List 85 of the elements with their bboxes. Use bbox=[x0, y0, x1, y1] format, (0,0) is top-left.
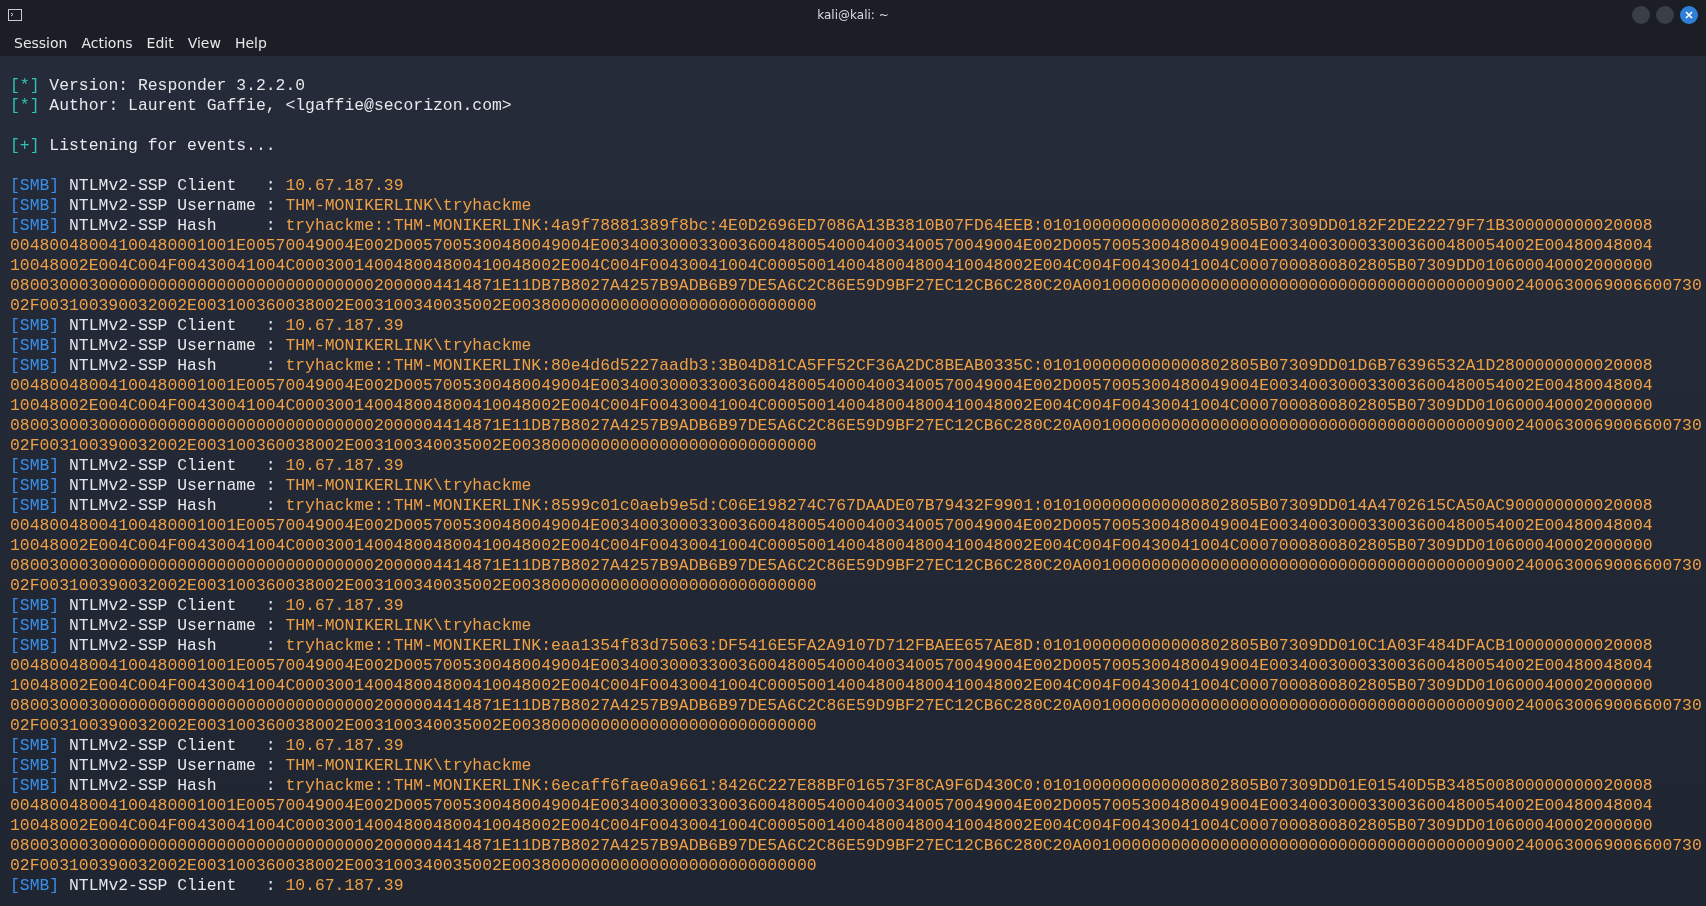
log-value: tryhackme::THM-MONIKERLINK:4a9f78881389f8bc:4E0D2696ED7086A13B3810B07FD64EEB:0101000000000000802805B07309DD0182F2DE22279F71B300000000020008 bbox=[285, 216, 1653, 236]
log-value: 10.67.187.39 bbox=[285, 876, 404, 896]
menu-item[interactable]: View bbox=[181, 33, 227, 53]
hash-line: 08003000300000000000000000000000000002000004414871E11DB7B8027A4257B9ADB6B97DE5A6C2C86E59D9BF27EC12CB6C280C20A001000000000000000000000000000000000000009002400630069006600730 bbox=[10, 556, 1702, 576]
log-tag: [SMB] bbox=[10, 636, 60, 656]
log-message: Author: Laurent Gaffie, <lgaffie@secorizon.com> bbox=[49, 96, 512, 116]
menu-item[interactable]: Edit bbox=[140, 33, 180, 53]
log-tag: [SMB] bbox=[10, 776, 60, 796]
log-label: NTLMv2-SSP Username : bbox=[69, 756, 276, 776]
close-button[interactable] bbox=[1680, 6, 1698, 24]
log-value: 10.67.187.39 bbox=[285, 736, 404, 756]
hash-line: 10048002E004C004F00430041004C000300140048004800410048002E004C004F00430041004C000500140048004800410048002E004C004F00430041004C0007000800802805B07309DD010600040002000000 bbox=[10, 816, 1653, 836]
hash-line: 10048002E004C004F00430041004C000300140048004800410048002E004C004F00430041004C000500140048004800410048002E004C004F00430041004C0007000800802805B07309DD010600040002000000 bbox=[10, 536, 1653, 556]
log-value: THM-MONIKERLINK\tryhackme bbox=[285, 616, 532, 636]
hash-line: 00480048004100480001001E00570049004E002D0057005300480049004E0034003000330036004800540004003400570049004E002D0057005300480049004E003400300033003600480054002E00480048004 bbox=[10, 236, 1653, 256]
log-tag: [SMB] bbox=[10, 316, 60, 336]
log-tag: [SMB] bbox=[10, 736, 60, 756]
log-tag: [SMB] bbox=[10, 476, 60, 496]
log-tag: [SMB] bbox=[10, 616, 60, 636]
log-tag: [*] bbox=[10, 76, 40, 96]
log-label: NTLMv2-SSP Client : bbox=[69, 316, 276, 336]
log-label: NTLMv2-SSP Client : bbox=[69, 176, 276, 196]
log-value: tryhackme::THM-MONIKERLINK:eaa1354f83d75063:DF5416E5FA2A9107D712FBAEE657AE8D:0101000000000000802805B07309DD010C1A03F484DFACB100000000020008 bbox=[285, 636, 1653, 656]
minimize-button[interactable] bbox=[1632, 6, 1650, 24]
log-label: NTLMv2-SSP Username : bbox=[69, 616, 276, 636]
log-label: NTLMv2-SSP Hash : bbox=[69, 356, 276, 376]
hash-line: 00480048004100480001001E00570049004E002D0057005300480049004E0034003000330036004800540004003400570049004E002D0057005300480049004E003400300033003600480054002E00480048004 bbox=[10, 376, 1653, 396]
log-value: THM-MONIKERLINK\tryhackme bbox=[285, 476, 532, 496]
log-value: tryhackme::THM-MONIKERLINK:80e4d6d5227aadb3:3B04D81CA5FF52CF36A2DC8BEAB0335C:0101000000000000802805B07309DD01D6B76396532A1D2800000000020008 bbox=[285, 356, 1653, 376]
hash-line: 00480048004100480001001E00570049004E002D0057005300480049004E0034003000330036004800540004003400570049004E002D0057005300480049004E003400300033003600480054002E00480048004 bbox=[10, 796, 1653, 816]
log-value: tryhackme::THM-MONIKERLINK:8599c01c0aeb9e5d:C06E198274C767DAADE07B79432F9901:0101000000000000802805B07309DD014A4702615CA50AC900000000020008 bbox=[285, 496, 1653, 516]
log-tag: [SMB] bbox=[10, 196, 60, 216]
hash-line: 02F003100390032002E003100360038002E003100340035002E0038000000000000000000000000000 bbox=[10, 296, 817, 316]
hash-line: 00480048004100480001001E00570049004E002D0057005300480049004E0034003000330036004800540004003400570049004E002D0057005300480049004E003400300033003600480054002E00480048004 bbox=[10, 516, 1653, 536]
hash-line: 08003000300000000000000000000000000002000004414871E11DB7B8027A4257B9ADB6B97DE5A6C2C86E59D9BF27EC12CB6C280C20A001000000000000000000000000000000000000009002400630069006600730 bbox=[10, 836, 1702, 856]
log-value: THM-MONIKERLINK\tryhackme bbox=[285, 756, 532, 776]
log-value: 10.67.187.39 bbox=[285, 316, 404, 336]
hash-line: 08003000300000000000000000000000000002000004414871E11DB7B8027A4257B9ADB6B97DE5A6C2C86E59D9BF27EC12CB6C280C20A001000000000000000000000000000000000000009002400630069006600730 bbox=[10, 276, 1702, 296]
hash-line: 02F003100390032002E003100360038002E003100340035002E0038000000000000000000000000000 bbox=[10, 856, 817, 876]
log-tag: [SMB] bbox=[10, 456, 60, 476]
log-tag: [*] bbox=[10, 96, 40, 116]
log-tag: [SMB] bbox=[10, 216, 60, 236]
hash-line: 08003000300000000000000000000000000002000004414871E11DB7B8027A4257B9ADB6B97DE5A6C2C86E59D9BF27EC12CB6C280C20A001000000000000000000000000000000000000009002400630069006600730 bbox=[10, 696, 1702, 716]
hash-line: 02F003100390032002E003100360038002E003100340035002E0038000000000000000000000000000 bbox=[10, 716, 817, 736]
log-label: NTLMv2-SSP Client : bbox=[69, 596, 276, 616]
hash-line: 10048002E004C004F00430041004C000300140048004800410048002E004C004F00430041004C000500140048004800410048002E004C004F00430041004C0007000800802805B07309DD010600040002000000 bbox=[10, 396, 1653, 416]
log-tag: [SMB] bbox=[10, 356, 60, 376]
log-label: NTLMv2-SSP Username : bbox=[69, 196, 276, 216]
log-label: NTLMv2-SSP Client : bbox=[69, 736, 276, 756]
log-label: NTLMv2-SSP Hash : bbox=[69, 636, 276, 656]
log-label: NTLMv2-SSP Username : bbox=[69, 336, 276, 356]
log-label: NTLMv2-SSP Client : bbox=[69, 876, 276, 896]
log-value: 10.67.187.39 bbox=[285, 176, 404, 196]
menu-item[interactable]: Session bbox=[8, 33, 74, 53]
log-tag: [SMB] bbox=[10, 596, 60, 616]
log-value: THM-MONIKERLINK\tryhackme bbox=[285, 336, 532, 356]
hash-line: 08003000300000000000000000000000000002000004414871E11DB7B8027A4257B9ADB6B97DE5A6C2C86E59D9BF27EC12CB6C280C20A001000000000000000000000000000000000000009002400630069006600730 bbox=[10, 416, 1702, 436]
log-label: NTLMv2-SSP Hash : bbox=[69, 776, 276, 796]
log-value: tryhackme::THM-MONIKERLINK:6ecaff6fae0a9661:8426C227E88BF016573F8CA9F6D430C0:0101000000000000802805B07309DD01E01540D5B348500800000000020008 bbox=[285, 776, 1653, 796]
window-title: kali@kali: ~ bbox=[817, 8, 889, 22]
menu-item[interactable]: Actions bbox=[75, 33, 139, 53]
log-tag: [SMB] bbox=[10, 496, 60, 516]
log-tag: [SMB] bbox=[10, 336, 60, 356]
menu-item[interactable]: Help bbox=[228, 33, 273, 53]
log-label: NTLMv2-SSP Hash : bbox=[69, 496, 276, 516]
log-message: Version: Responder 3.2.2.0 bbox=[49, 76, 306, 96]
hash-line: 00480048004100480001001E00570049004E002D0057005300480049004E0034003000330036004800540004003400570049004E002D0057005300480049004E003400300033003600480054002E00480048004 bbox=[10, 656, 1653, 676]
log-tag: [SMB] bbox=[10, 176, 60, 196]
log-message: Listening for events... bbox=[49, 136, 276, 156]
hash-line: 02F003100390032002E003100360038002E003100340035002E0038000000000000000000000000000 bbox=[10, 576, 817, 596]
terminal-icon bbox=[8, 9, 22, 21]
log-tag: [+] bbox=[10, 136, 40, 156]
log-tag: [SMB] bbox=[10, 756, 60, 776]
hash-line: 10048002E004C004F00430041004C000300140048004800410048002E004C004F00430041004C000500140048004800410048002E004C004F00430041004C0007000800802805B07309DD010600040002000000 bbox=[10, 676, 1653, 696]
log-tag: [SMB] bbox=[10, 876, 60, 896]
log-label: NTLMv2-SSP Client : bbox=[69, 456, 276, 476]
log-label: NTLMv2-SSP Username : bbox=[69, 476, 276, 496]
close-icon bbox=[1685, 11, 1693, 19]
log-label: NTLMv2-SSP Hash : bbox=[69, 216, 276, 236]
log-value: 10.67.187.39 bbox=[285, 596, 404, 616]
hash-line: 10048002E004C004F00430041004C000300140048004800410048002E004C004F00430041004C000500140048004800410048002E004C004F00430041004C0007000800802805B07309DD010600040002000000 bbox=[10, 256, 1653, 276]
log-value: 10.67.187.39 bbox=[285, 456, 404, 476]
hash-line: 02F003100390032002E003100360038002E003100340035002E0038000000000000000000000000000 bbox=[10, 436, 817, 456]
maximize-button[interactable] bbox=[1656, 6, 1674, 24]
log-value: THM-MONIKERLINK\tryhackme bbox=[285, 196, 532, 216]
